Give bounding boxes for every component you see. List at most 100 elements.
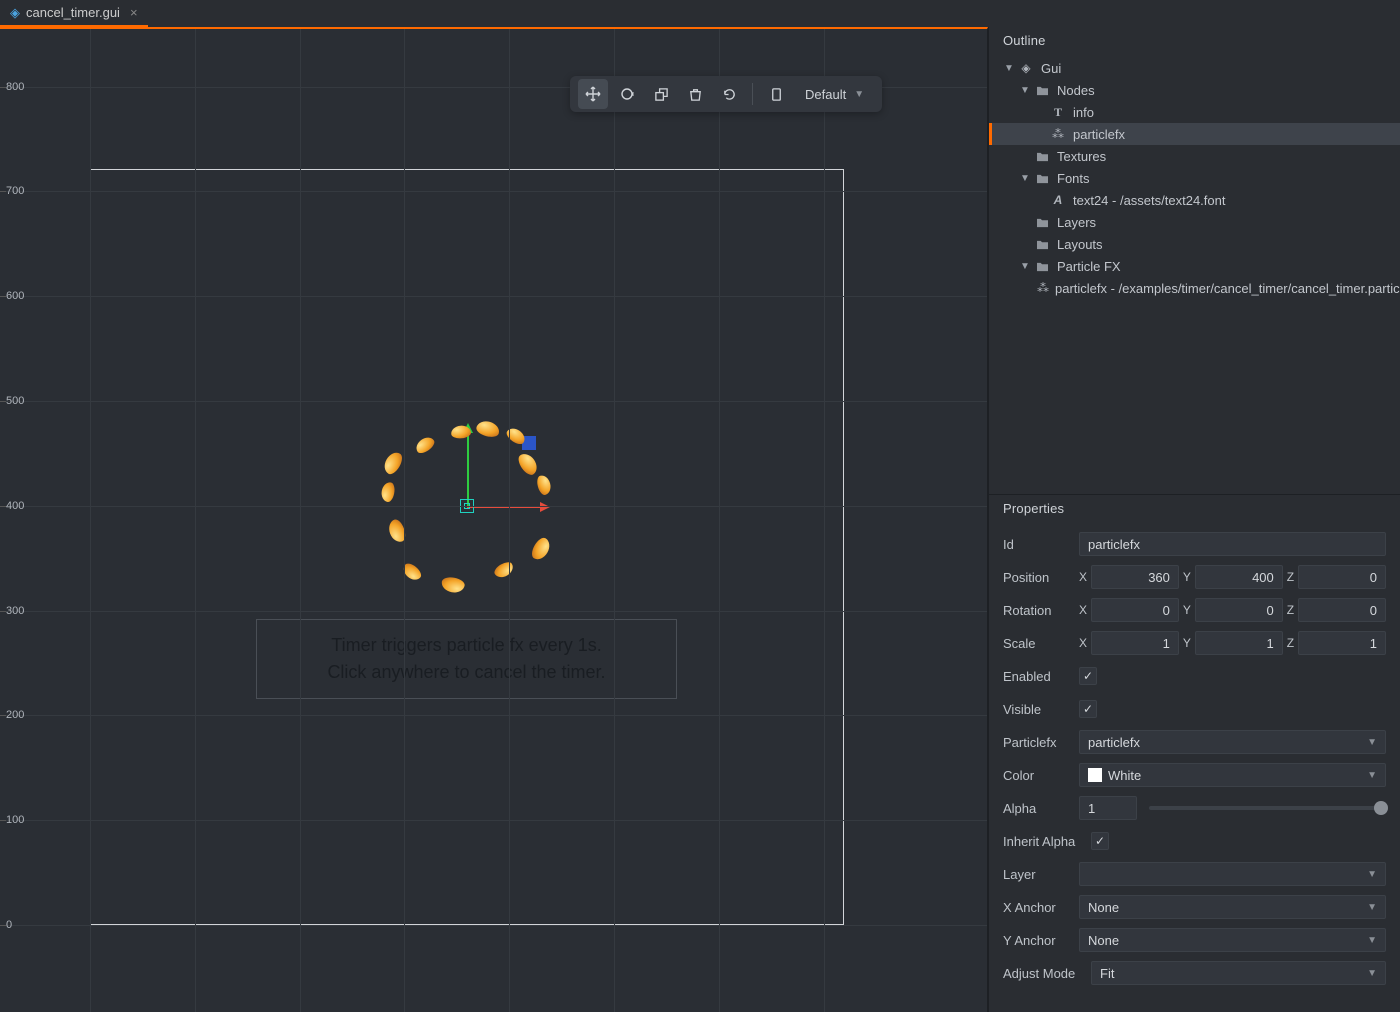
adjust-mode-select[interactable]: Fit▼ — [1091, 961, 1386, 985]
outline-label: Nodes — [1057, 83, 1095, 98]
outline-item-layers[interactable]: Layers — [989, 211, 1400, 233]
grid-line — [0, 191, 987, 192]
outline-item-particle[interactable]: ▼ Particle FX — [989, 255, 1400, 277]
gui-file-icon: ◈ — [10, 5, 20, 21]
caret-icon: ▼ — [1019, 173, 1031, 184]
outline-panel: Outline ▼◈Gui▼NodesTinfo⁂particlefxTextu… — [989, 27, 1400, 495]
outline-item-nodes[interactable]: ▼Nodes — [989, 79, 1400, 101]
font-icon: A — [1049, 193, 1067, 207]
outline-item-particlefx[interactable]: ⁂ particlefx — [989, 123, 1400, 145]
grid-line — [0, 401, 987, 402]
move-tool-button[interactable] — [578, 79, 608, 109]
grid-line — [509, 29, 510, 1012]
prop-label-scale: Scale — [1003, 636, 1079, 651]
rotation-z-input[interactable] — [1298, 598, 1386, 622]
position-z-input[interactable] — [1298, 565, 1386, 589]
chevron-down-icon: ▼ — [1367, 968, 1377, 979]
chevron-down-icon: ▼ — [854, 89, 864, 100]
scale-tool-button[interactable] — [646, 79, 676, 109]
prop-label-enabled: Enabled — [1003, 669, 1079, 684]
grid-line — [195, 29, 196, 1012]
chevron-down-icon: ▼ — [1367, 902, 1377, 913]
scene-toolbar: Default ▼ — [570, 76, 882, 112]
properties-title: Properties — [989, 495, 1400, 521]
folder-icon — [1033, 217, 1051, 228]
y-label: Y — [1183, 570, 1191, 584]
scale-z-input[interactable] — [1298, 631, 1386, 655]
outline-item-particlefx[interactable]: ⁂ particlefx - /examples/timer/cancel_tim… — [989, 277, 1400, 299]
rotation-x-input[interactable] — [1091, 598, 1179, 622]
layout-label: Default — [805, 87, 846, 102]
outline-item-layouts[interactable]: Layouts — [989, 233, 1400, 255]
outline-item-info[interactable]: Tinfo — [989, 101, 1400, 123]
outline-item-fonts[interactable]: ▼ Fonts — [989, 167, 1400, 189]
layer-select[interactable]: ▼ — [1079, 862, 1386, 886]
outline-label: particlefx - /examples/timer/cancel_time… — [1055, 281, 1400, 296]
outline-label: Layers — [1057, 215, 1096, 230]
outline-label: Textures — [1057, 149, 1106, 164]
y-anchor-select[interactable]: None▼ — [1079, 928, 1386, 952]
tab-title: cancel_timer.gui — [26, 5, 120, 20]
info-line: Click anywhere to cancel the timer. — [277, 659, 656, 686]
chevron-down-icon: ▼ — [1367, 770, 1377, 781]
grid-line — [0, 820, 987, 821]
close-icon[interactable]: × — [130, 5, 138, 20]
grid-line — [0, 296, 987, 297]
outline-label: particlefx — [1073, 127, 1125, 142]
grid-line — [0, 506, 987, 507]
file-tab[interactable]: ◈ cancel_timer.gui × — [0, 0, 148, 27]
alpha-input[interactable] — [1079, 796, 1137, 820]
chevron-down-icon: ▼ — [1367, 737, 1377, 748]
prop-label-alpha: Alpha — [1003, 801, 1079, 816]
grid-line — [0, 611, 987, 612]
particle-icon: ⁂ — [1037, 281, 1049, 295]
outline-title: Outline — [989, 27, 1400, 53]
grid-line — [0, 925, 987, 926]
folder-icon — [1033, 239, 1051, 250]
info-line: Timer triggers particle fx every 1s. — [277, 632, 656, 659]
prop-label-visible: Visible — [1003, 702, 1079, 717]
outline-item-gui[interactable]: ▼◈Gui — [989, 57, 1400, 79]
particlefx-select[interactable]: particlefx▼ — [1079, 730, 1386, 754]
id-input[interactable] — [1079, 532, 1386, 556]
grid-line — [404, 29, 405, 1012]
refresh-button[interactable] — [714, 79, 744, 109]
chevron-down-icon: ▼ — [1367, 935, 1377, 946]
color-select[interactable]: White▼ — [1079, 763, 1386, 787]
prop-label-inherit: Inherit Alpha — [1003, 834, 1091, 849]
scale-y-input[interactable] — [1195, 631, 1283, 655]
x-anchor-select[interactable]: None▼ — [1079, 895, 1386, 919]
prop-label-id: Id — [1003, 537, 1079, 552]
outline-item-text24[interactable]: Atext24 - /assets/text24.font — [989, 189, 1400, 211]
x-label: X — [1079, 570, 1087, 584]
prop-label-color: Color — [1003, 768, 1079, 783]
erase-tool-button[interactable] — [680, 79, 710, 109]
alpha-slider[interactable] — [1149, 806, 1386, 810]
particle-icon: ⁂ — [1049, 127, 1067, 141]
outline-label: info — [1073, 105, 1094, 120]
prop-label-particlefx: Particlefx — [1003, 735, 1079, 750]
outline-item-textures[interactable]: Textures — [989, 145, 1400, 167]
rotation-y-input[interactable] — [1195, 598, 1283, 622]
outline-label: Fonts — [1057, 171, 1090, 186]
enabled-checkbox[interactable]: ✓ — [1079, 667, 1097, 685]
chevron-down-icon: ▼ — [1367, 869, 1377, 880]
folder-icon — [1033, 261, 1051, 272]
rotate-tool-button[interactable] — [612, 79, 642, 109]
prop-label-yanchor: Y Anchor — [1003, 933, 1079, 948]
outline-label: Particle FX — [1057, 259, 1121, 274]
scale-x-input[interactable] — [1091, 631, 1179, 655]
prop-label-rotation: Rotation — [1003, 603, 1079, 618]
caret-icon: ▼ — [1019, 261, 1031, 272]
separator — [752, 83, 753, 105]
visible-checkbox[interactable]: ✓ — [1079, 700, 1097, 718]
caret-icon: ▼ — [1003, 63, 1015, 74]
scene-view[interactable]: Timer triggers particle fx every 1s. Cli… — [0, 27, 988, 1012]
inherit-alpha-checkbox[interactable]: ✓ — [1091, 832, 1109, 850]
prop-label-layer: Layer — [1003, 867, 1079, 882]
layout-dropdown[interactable]: Default ▼ — [795, 87, 874, 102]
gui-icon: ◈ — [1017, 61, 1035, 75]
tab-bar: ◈ cancel_timer.gui × — [0, 0, 1400, 27]
position-x-input[interactable] — [1091, 565, 1179, 589]
position-y-input[interactable] — [1195, 565, 1283, 589]
